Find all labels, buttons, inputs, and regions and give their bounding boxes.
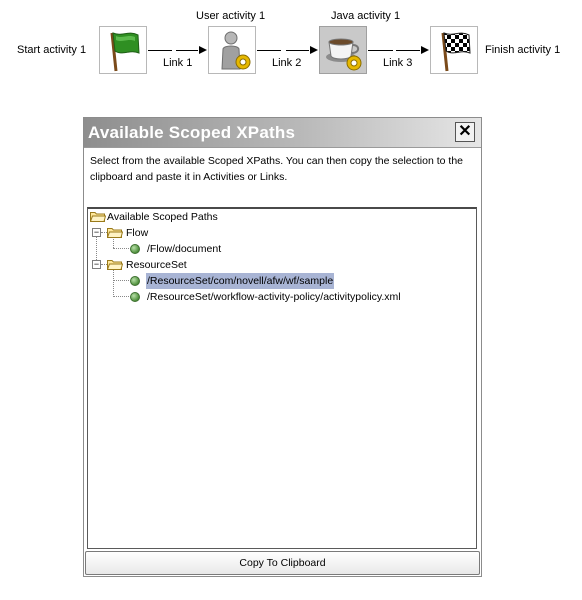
node-java[interactable] xyxy=(319,26,367,74)
link-label-1[interactable]: Link 1 xyxy=(163,57,192,69)
copy-to-clipboard-button[interactable]: Copy To Clipboard xyxy=(85,551,480,575)
node-finish[interactable] xyxy=(430,26,478,74)
tree-connector xyxy=(113,268,115,297)
xpath-node-icon xyxy=(130,244,140,254)
link-3-line-b xyxy=(396,50,420,51)
folder-open-icon xyxy=(107,228,123,238)
link-2-line-b xyxy=(286,50,309,51)
tree-connector xyxy=(113,248,129,250)
arrowhead-icon xyxy=(199,46,207,54)
green-flag-icon xyxy=(110,32,140,72)
link-label-2[interactable]: Link 2 xyxy=(272,57,301,69)
arrowhead-icon xyxy=(310,46,318,54)
dialog-titlebar[interactable]: Available Scoped XPaths ✕ xyxy=(84,118,481,148)
link-label-3[interactable]: Link 3 xyxy=(383,57,412,69)
node-label-user: User activity 1 xyxy=(196,10,266,22)
dialog-title: Available Scoped XPaths xyxy=(88,123,296,142)
tree-connector xyxy=(113,296,129,298)
tree-item-label: /ResourceSet/workflow-activity-policy/ac… xyxy=(147,291,401,303)
collapse-toggle-resourceset[interactable]: − xyxy=(92,260,101,269)
node-label-finish: Finish activity 1 xyxy=(485,44,561,56)
xpath-tree: Available Scoped Paths − Flow /Flow/docu… xyxy=(87,207,477,549)
collapse-toggle-flow[interactable]: − xyxy=(92,228,101,237)
tree-connector xyxy=(113,280,129,282)
user-gear-icon xyxy=(221,31,251,70)
xpath-node-icon xyxy=(130,292,140,302)
coffee-cup-gear-icon xyxy=(326,38,362,71)
folder-open-icon xyxy=(107,260,123,270)
tree-item-label: /Flow/document xyxy=(147,243,222,255)
node-user[interactable] xyxy=(208,26,256,74)
instructions-text: Select from the available Scoped XPaths.… xyxy=(90,155,463,183)
node-label-java: Java activity 1 xyxy=(331,10,401,22)
checkered-flag-icon xyxy=(441,32,471,72)
tree-group-label: ResourceSet xyxy=(126,259,187,271)
tree-item-label: /ResourceSet/com/novell/afw/wf/sample xyxy=(146,273,335,289)
link-3-line xyxy=(368,50,393,51)
arrowhead-icon xyxy=(421,46,429,54)
link-1-line xyxy=(148,50,172,51)
node-start[interactable] xyxy=(99,26,147,74)
tree-root-label: Available Scoped Paths xyxy=(107,211,218,223)
close-icon: ✕ xyxy=(458,123,472,140)
node-label-start: Start activity 1 xyxy=(17,44,87,56)
link-2-line xyxy=(257,50,281,51)
close-button[interactable]: ✕ xyxy=(455,122,475,142)
link-1-line-b xyxy=(176,50,198,51)
xpath-node-icon xyxy=(130,276,140,286)
scoped-xpaths-dialog: Available Scoped XPaths ✕ Select from th… xyxy=(83,117,482,577)
folder-open-icon xyxy=(90,212,106,222)
tree-group-label: Flow xyxy=(126,227,149,239)
